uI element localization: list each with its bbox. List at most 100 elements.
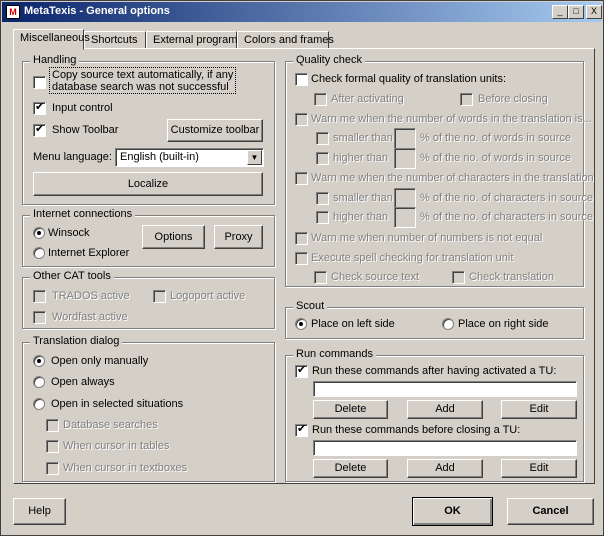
before-add-button[interactable]: Add (407, 459, 483, 478)
warn-words-checkbox[interactable] (295, 113, 308, 126)
run-after-activated-label: Run these commands after having activate… (312, 365, 557, 377)
tab-shortcuts[interactable]: Shortcuts (84, 31, 146, 49)
internet-explorer-radio[interactable] (33, 247, 45, 259)
cursor-tables-checkbox[interactable] (46, 440, 59, 453)
copy-source-label-1: Copy source text automatically, if any (52, 69, 234, 81)
run-before-closing-checkbox[interactable] (295, 422, 308, 437)
title-bar[interactable]: M MetaTexis - General options _ □ X (2, 2, 602, 22)
chars-smaller-checkbox[interactable] (316, 192, 329, 205)
chars-higher-label: higher than (333, 211, 389, 223)
spell-check-checkbox[interactable] (295, 252, 308, 265)
chars-smaller-pct-label: % of the no. of characters in source (420, 192, 594, 204)
translation-dialog-group: Translation dialog Open only manually Op… (22, 335, 275, 482)
menu-language-select[interactable]: English (built-in) ▼ (115, 148, 264, 167)
cursor-textboxes-label: When cursor in textboxes (63, 462, 188, 474)
words-smaller-checkbox[interactable] (316, 132, 329, 145)
localize-button[interactable]: Localize (33, 172, 263, 196)
cursor-tables-label: When cursor in tables (63, 440, 170, 452)
winsock-radio[interactable] (33, 227, 45, 239)
chars-smaller-label: smaller than (333, 192, 393, 204)
close-button[interactable]: X (586, 5, 602, 19)
words-smaller-input[interactable] (394, 128, 416, 149)
database-searches-label: Database searches (63, 419, 158, 431)
ok-button[interactable]: OK (412, 497, 493, 526)
check-formal-checkbox[interactable] (295, 73, 308, 86)
customize-toolbar-button[interactable]: Customize toolbar (167, 119, 263, 142)
internet-explorer-label: Internet Explorer (48, 247, 130, 259)
handling-group: Handling Copy source text automatically,… (22, 54, 275, 205)
chars-higher-input[interactable] (394, 207, 416, 228)
tab-external-programs[interactable]: External programs (146, 31, 243, 49)
words-higher-pct-label: % of the no. of words in source (420, 152, 572, 164)
options-button[interactable]: Options (142, 225, 205, 249)
run-after-activated-checkbox[interactable] (295, 363, 308, 378)
chars-higher-pct-label: % of the no. of characters in source (420, 211, 594, 223)
show-toolbar-label: Show Toolbar (52, 124, 119, 136)
tab-colors-and-frames[interactable]: Colors and frames (237, 31, 334, 49)
cancel-button[interactable]: Cancel (507, 498, 594, 525)
scout-left-label: Place on left side (311, 318, 395, 330)
open-manually-label: Open only manually (51, 355, 149, 367)
cursor-textboxes-checkbox[interactable] (46, 462, 59, 475)
words-higher-label: higher than (333, 152, 389, 164)
warn-chars-checkbox[interactable] (295, 172, 308, 185)
trados-label: TRADOS active (52, 290, 130, 302)
wordfast-label: Wordfast active (52, 311, 128, 323)
copy-source-checkbox[interactable] (33, 76, 46, 89)
after-edit-button[interactable]: Edit (501, 400, 577, 419)
database-searches-checkbox[interactable] (46, 419, 59, 432)
app-icon: M (6, 5, 20, 19)
window-title: MetaTexis - General options (24, 5, 170, 17)
chevron-down-icon[interactable]: ▼ (247, 150, 262, 165)
check-source-label: Check source text (331, 271, 420, 283)
maximize-button[interactable]: □ (568, 5, 584, 19)
scout-right-radio[interactable] (442, 318, 454, 330)
words-higher-input[interactable] (394, 148, 416, 169)
tab-page-miscellaneous: Handling Copy source text automatically,… (13, 48, 595, 484)
other-cat-tools-group: Other CAT tools TRADOS active Logoport a… (22, 270, 275, 329)
help-button[interactable]: Help (13, 498, 66, 525)
before-delete-button[interactable]: Delete (313, 459, 388, 478)
internet-connections-group: Internet connections Winsock Internet Ex… (22, 208, 275, 267)
open-manually-radio[interactable] (33, 355, 45, 367)
input-control-checkbox[interactable] (33, 100, 46, 115)
after-activating-checkbox[interactable] (314, 93, 327, 106)
after-add-button[interactable]: Add (407, 400, 483, 419)
open-selected-radio[interactable] (33, 398, 45, 410)
open-selected-label: Open in selected situations (51, 398, 184, 410)
words-higher-checkbox[interactable] (316, 152, 329, 165)
before-closing-checkbox[interactable] (460, 93, 473, 106)
run-before-closing-label: Run these commands before closing a TU: (312, 424, 521, 436)
check-source-checkbox[interactable] (314, 271, 327, 284)
show-toolbar-checkbox[interactable] (33, 122, 46, 137)
tab-miscellaneous[interactable]: Miscellaneous (13, 29, 90, 50)
wordfast-checkbox[interactable] (33, 311, 46, 324)
open-always-radio[interactable] (33, 376, 45, 388)
quality-check-group: Quality check Check formal quality of tr… (285, 54, 594, 287)
run-after-activated-input[interactable] (313, 381, 577, 397)
logoport-label: Logoport active (170, 290, 246, 302)
check-translation-label: Check translation (469, 271, 554, 283)
check-translation-checkbox[interactable] (452, 271, 465, 284)
warn-numbers-label: Warn me when number of numbers is not eq… (311, 232, 543, 244)
scout-group: Scout Place on left side Place on right … (285, 300, 584, 339)
internet-legend: Internet connections (30, 208, 136, 220)
menu-language-value: English (built-in) (120, 151, 199, 163)
logoport-checkbox[interactable] (153, 290, 166, 303)
before-edit-button[interactable]: Edit (501, 459, 577, 478)
copy-source-label-2: database search was not successful (52, 81, 229, 93)
run-before-closing-input[interactable] (313, 440, 577, 456)
scout-left-radio[interactable] (295, 318, 307, 330)
after-delete-button[interactable]: Delete (313, 400, 388, 419)
trados-checkbox[interactable] (33, 290, 46, 303)
minimize-button[interactable]: _ (552, 5, 568, 19)
warn-numbers-checkbox[interactable] (295, 232, 308, 245)
translation-dialog-legend: Translation dialog (30, 335, 123, 347)
winsock-label: Winsock (48, 227, 90, 239)
chars-smaller-input[interactable] (394, 188, 416, 209)
handling-legend: Handling (30, 54, 80, 66)
scout-right-label: Place on right side (458, 318, 549, 330)
chars-higher-checkbox[interactable] (316, 211, 329, 224)
proxy-button[interactable]: Proxy (214, 225, 263, 249)
scout-legend: Scout (293, 300, 328, 312)
